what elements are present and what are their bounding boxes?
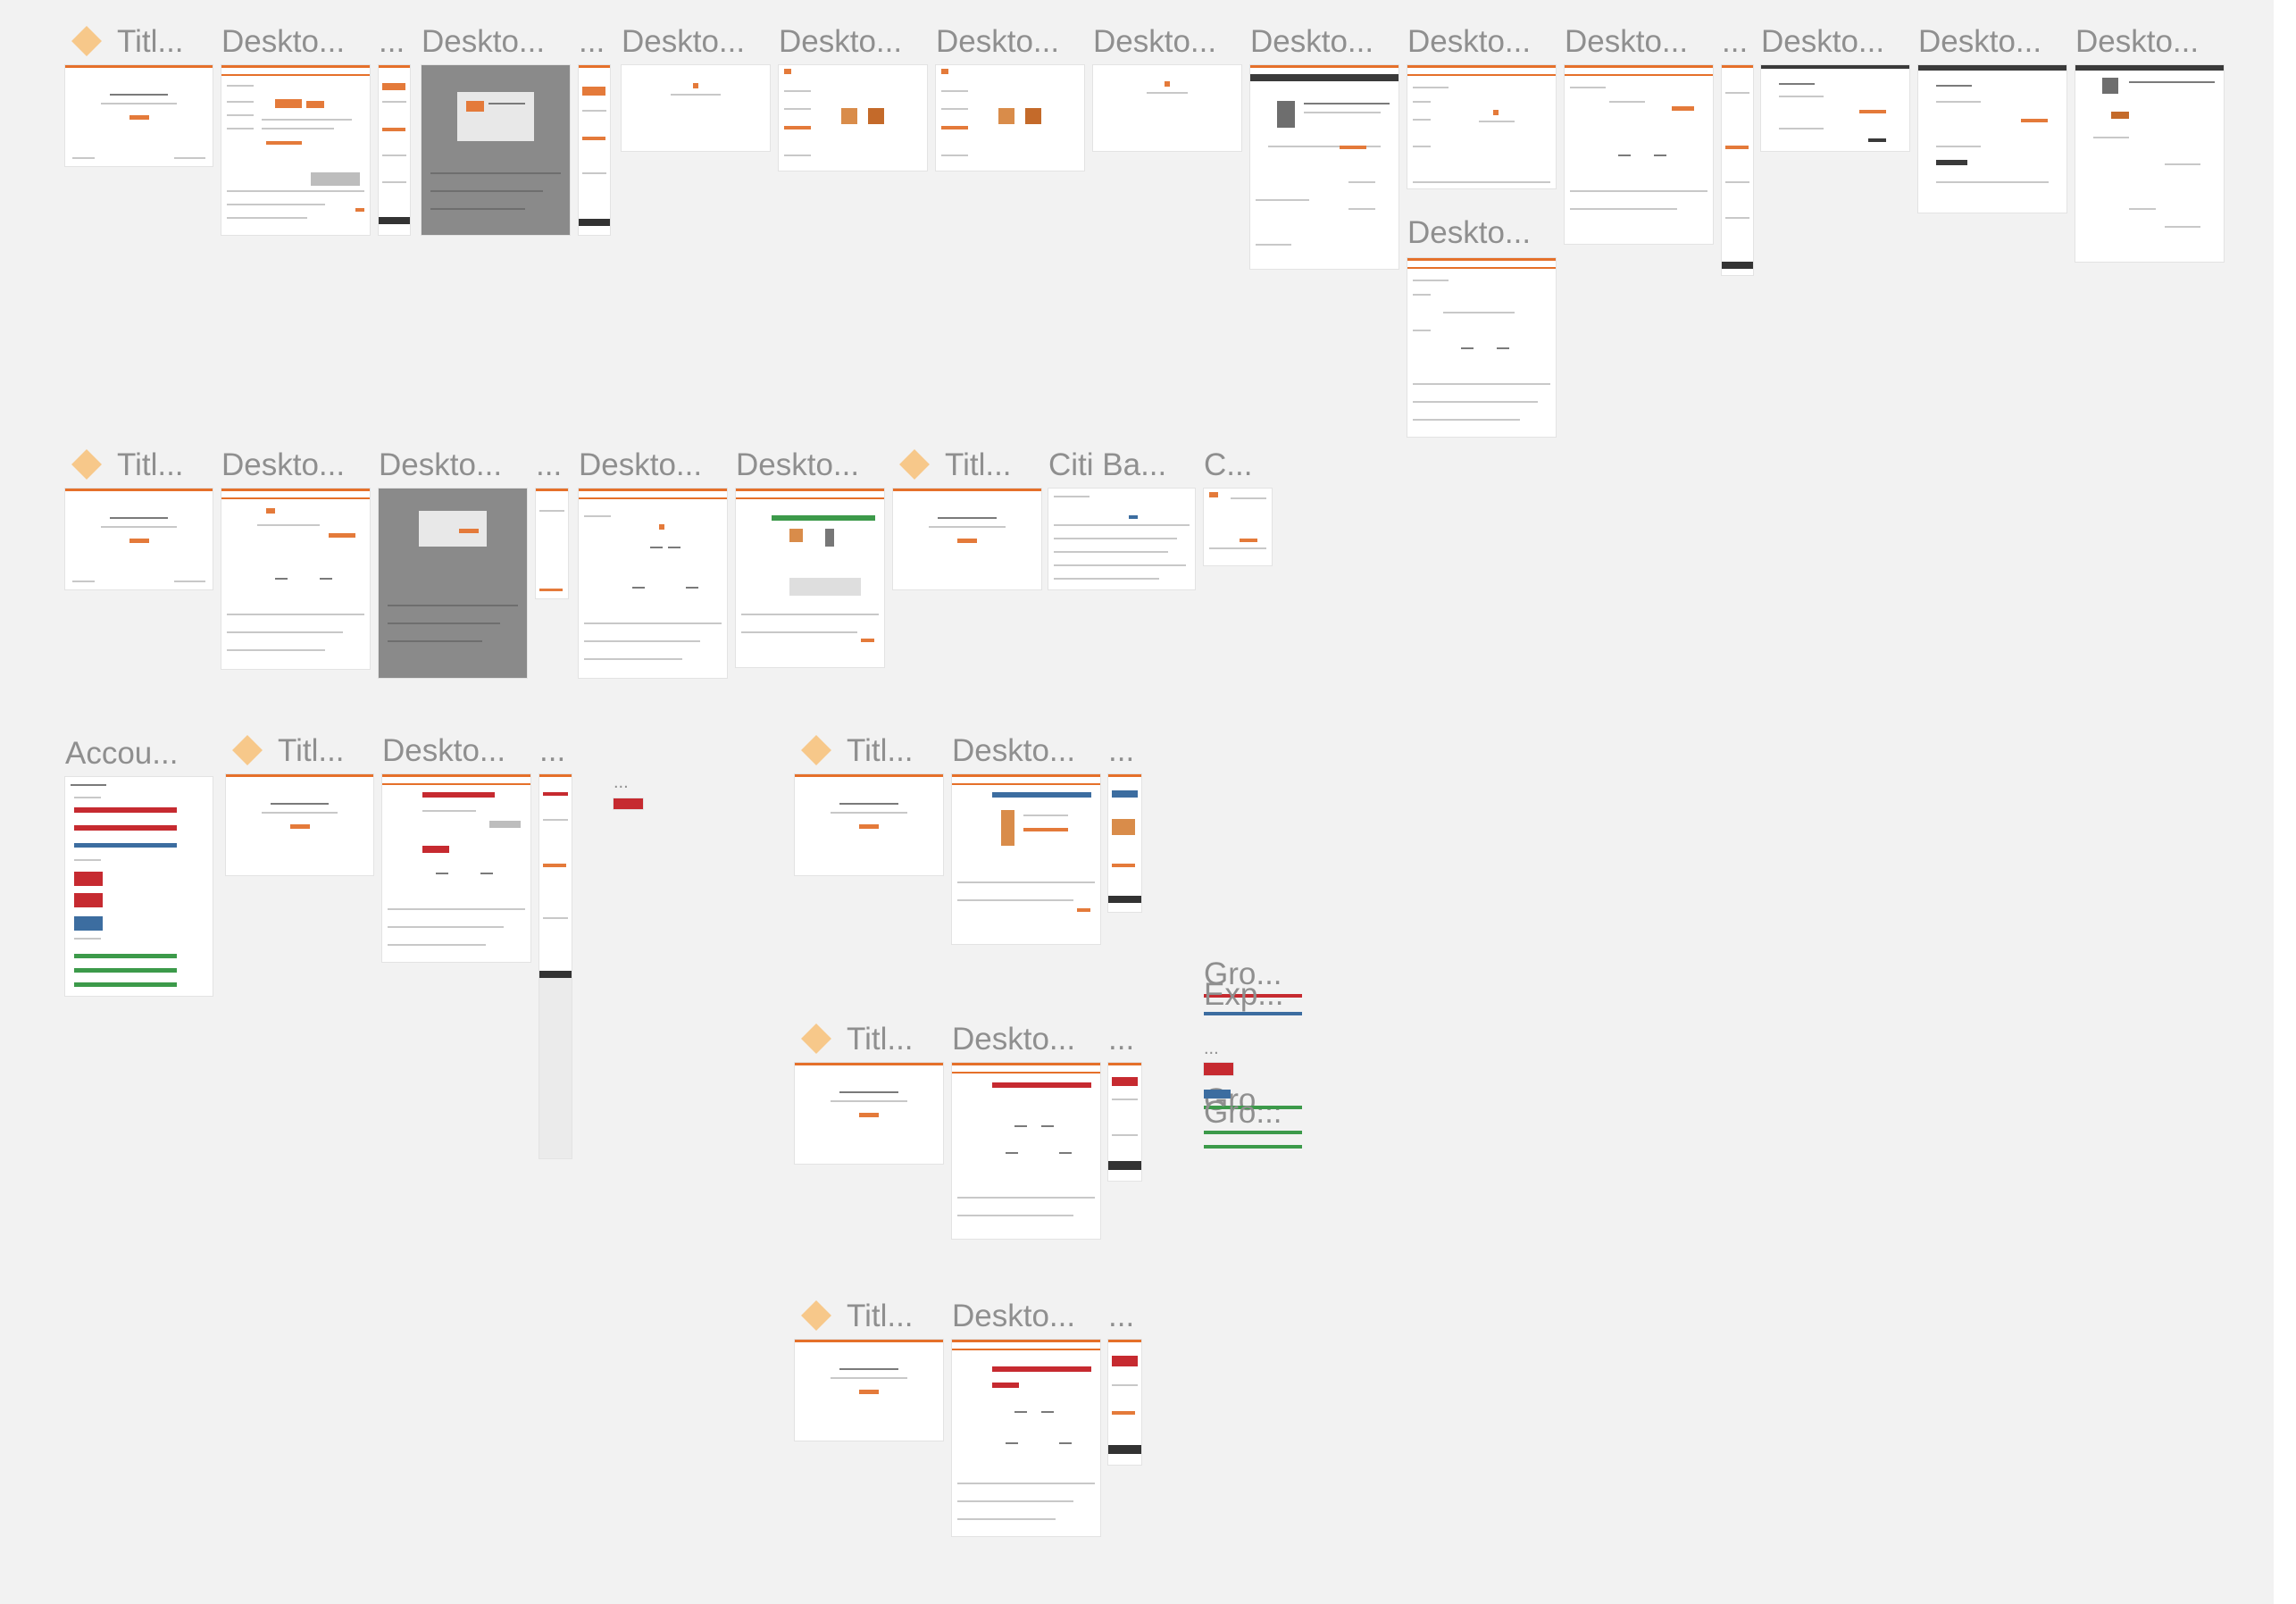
frame-desktop[interactable]: Deskto... [221, 447, 370, 669]
frame-desktop[interactable]: Deskto... [1250, 24, 1398, 269]
component-icon [801, 1300, 831, 1331]
frame-mobile[interactable]: ... [579, 24, 610, 235]
frame-label[interactable]: Titl... [65, 24, 184, 60]
component-icon [801, 1023, 831, 1054]
frame-desktop[interactable]: Deskto... [221, 24, 370, 235]
frame-title-2[interactable]: Titl... [65, 447, 213, 589]
frame-desktop-dimmed[interactable]: Deskto... [422, 24, 570, 235]
design-canvas[interactable]: Titl... Deskto... ... Deskto... ... Desk… [0, 0, 2274, 1604]
frame-red-chip[interactable]: ... [614, 773, 643, 809]
frame-title-7[interactable]: Titl... [795, 1299, 943, 1441]
frame-mobile[interactable]: ... [1722, 24, 1753, 275]
canvas-edge [2274, 0, 2296, 1604]
frame-desktop[interactable]: Deskto... [952, 733, 1100, 944]
component-icon [71, 26, 102, 56]
component-icon [71, 449, 102, 480]
frame-title-3[interactable]: Titl... [893, 447, 1041, 589]
frame-mobile[interactable]: ... [1108, 733, 1141, 912]
frame-desktop[interactable]: Deskto... [736, 447, 884, 667]
frame-desktop[interactable]: Deskto... [579, 447, 727, 678]
frame-title-5[interactable]: Titl... [795, 733, 943, 875]
component-icon [232, 735, 263, 765]
frame-desktop-blank[interactable]: Deskto... [1093, 24, 1241, 151]
component-icon [899, 449, 930, 480]
group-gro-3[interactable]: Gro... [1204, 1095, 1302, 1152]
frame-desktop[interactable]: Deskto... [936, 24, 1084, 171]
frame-accounts[interactable]: Accou... [65, 736, 213, 996]
frame-desktop[interactable]: Deskto... [382, 733, 530, 962]
frame-mobile[interactable]: ... [1108, 1022, 1141, 1181]
frame-mobile[interactable]: ... [379, 24, 410, 235]
frame-desktop-dimmed[interactable]: Deskto... [379, 447, 527, 678]
frame-desktop[interactable]: Deskto... [1407, 24, 1556, 188]
frame-thumbnail [65, 65, 213, 166]
group-exp[interactable]: Exp... [1204, 977, 1302, 1012]
frame-title-6[interactable]: Titl... [795, 1022, 943, 1164]
frame-desktop-c[interactable]: C... [1204, 447, 1272, 565]
frame-desktop-blank[interactable]: Deskto... [622, 24, 770, 151]
frame-red-chip[interactable]: ... [1204, 1040, 1233, 1075]
frame-desktop[interactable]: Deskto... [1761, 24, 1909, 151]
frame-mobile[interactable]: ... [1108, 1299, 1141, 1465]
frame-desktop[interactable]: Deskto... [1565, 24, 1713, 244]
frame-title-1[interactable]: Titl... [65, 24, 213, 166]
component-icon [801, 735, 831, 765]
frame-desktop[interactable]: Deskto... [952, 1022, 1100, 1239]
frame-mobile[interactable]: ... [536, 447, 568, 598]
frame-desktop[interactable]: Deskto... [952, 1299, 1100, 1536]
frame-desktop[interactable]: Deskto... [779, 24, 927, 171]
frame-desktop[interactable]: Deskto... [1407, 215, 1556, 437]
frame-desktop[interactable]: Deskto... [2075, 24, 2224, 262]
frame-title-4[interactable]: Titl... [226, 733, 373, 875]
frame-mobile[interactable]: ... [539, 733, 572, 1158]
frame-desktop[interactable]: Deskto... [1918, 24, 2066, 213]
frame-desktop-citi[interactable]: Citi Ba... [1048, 447, 1195, 589]
